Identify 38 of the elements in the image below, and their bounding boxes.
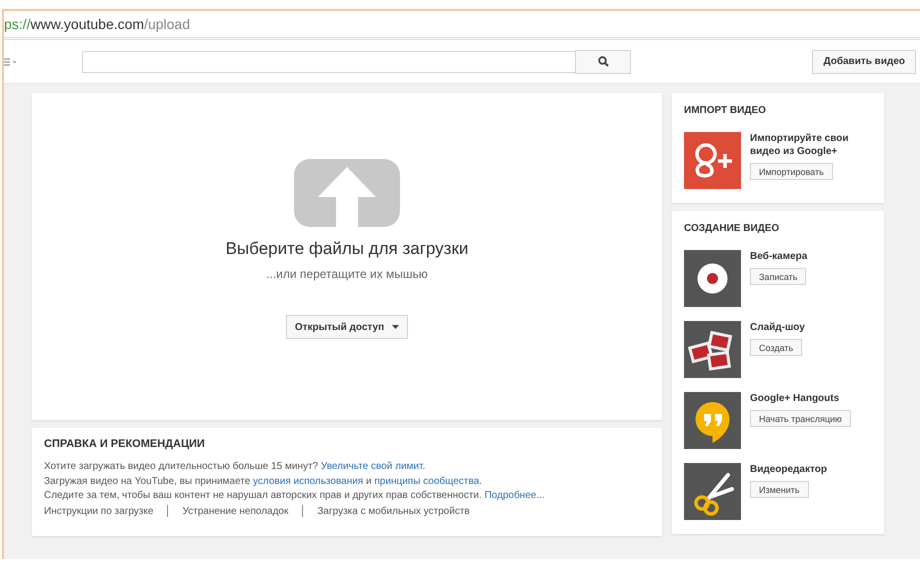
search-button[interactable] — [575, 50, 631, 74]
help-link[interactable]: Подробнее... — [484, 490, 545, 501]
help-text: Загружая видео на YouTube, вы принимаете условия использования и принципы сообщества. — [44, 476, 483, 486]
help-link[interactable]: Загрузка с мобильных устройств — [317, 506, 470, 516]
item-label: Google+ Hangouts — [750, 392, 840, 405]
caret-icon — [392, 325, 400, 329]
record-icon[interactable] — [684, 250, 741, 307]
help-link[interactable]: Устранение неполадок — [182, 506, 288, 516]
help-link[interactable]: Увеличьте свой лимит — [320, 461, 422, 472]
menu-icon[interactable] — [4, 56, 18, 66]
scissors-icon[interactable] — [684, 463, 741, 520]
drag-hint: ...или перетащите их мышью — [266, 267, 428, 281]
url-text[interactable]: ps://www.youtube.com/upload — [4, 16, 190, 32]
action-button[interactable]: Импортировать — [750, 163, 833, 180]
photos-icon[interactable] — [684, 321, 741, 378]
add-video-button[interactable]: Добавить видео — [812, 50, 916, 74]
action-button[interactable]: Начать трансляцию — [750, 410, 851, 427]
action-button[interactable]: Создать — [750, 339, 802, 356]
upload-title[interactable]: Выберите файлы для загрузки — [226, 239, 468, 259]
chat-bubble-icon[interactable] — [684, 392, 741, 449]
section-title: ИМПОРТ ВИДЕО — [684, 105, 767, 116]
help-link[interactable]: условия использования — [253, 476, 364, 486]
item-label: Веб-камера — [750, 250, 808, 263]
google-plus-icon[interactable] — [684, 132, 741, 189]
item-label: Видеоредактор — [750, 463, 828, 476]
search-icon — [598, 56, 608, 67]
help-link[interactable]: Инструкции по загрузке — [44, 506, 154, 516]
help-link[interactable]: принципы сообщества — [374, 476, 480, 486]
action-button[interactable]: Изменить — [750, 481, 809, 498]
help-text: Следите за тем, чтобы ваш контент не нарушал авторских прав и других прав собственности. Подробнее... — [44, 490, 546, 501]
help-title: СПРАВКА И РЕКОМЕНДАЦИИ — [44, 438, 206, 450]
section-title: СОЗДАНИЕ ВИДЕО — [684, 223, 780, 234]
action-button[interactable]: Записать — [750, 268, 806, 285]
item-label: Слайд-шоу — [750, 321, 806, 334]
search-field[interactable] — [82, 50, 576, 72]
privacy-dropdown[interactable]: Открытый доступ — [286, 315, 408, 339]
item-label: Импортируйте свои видео из Google+ — [750, 132, 850, 158]
help-text: Хотите загружать видео длительностью больше 15 минут? Увеличьте свой лимит. — [44, 461, 426, 472]
